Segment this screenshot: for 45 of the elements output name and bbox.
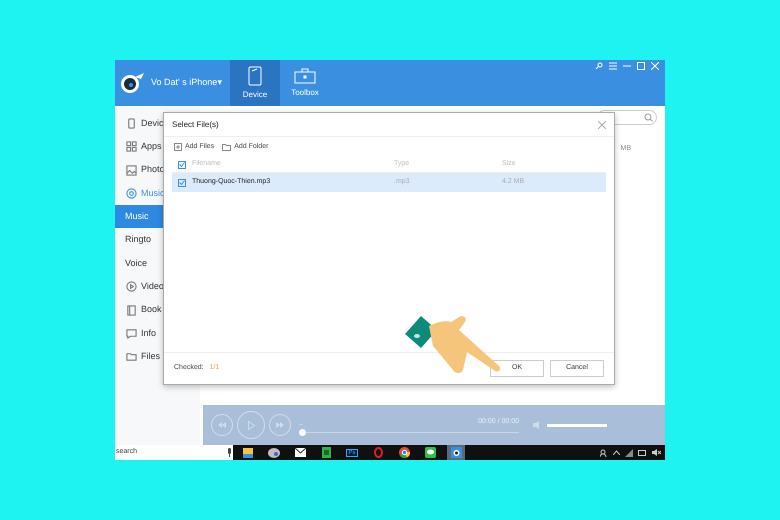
sidebar-item[interactable]: Book <box>115 298 200 322</box>
folder-icon <box>222 143 232 151</box>
tablet-icon <box>248 66 262 86</box>
maximize-icon[interactable] <box>637 62 645 70</box>
select-all-checkbox[interactable] <box>178 160 186 168</box>
ring-icon[interactable] <box>374 447 382 458</box>
row-checkbox[interactable] <box>178 178 186 186</box>
browser-icon[interactable] <box>398 447 410 458</box>
app-icon[interactable] <box>322 447 330 458</box>
menu-icon[interactable] <box>609 62 617 70</box>
search-icon <box>644 113 653 122</box>
rewind-icon <box>218 422 226 428</box>
sidebar-item[interactable]: Video <box>115 275 200 298</box>
eye-logo-icon <box>119 72 147 94</box>
volume-muted-icon[interactable] <box>652 449 661 456</box>
volume-fill[interactable] <box>547 424 607 426</box>
microphone-icon[interactable] <box>227 448 232 457</box>
phone-icon <box>126 118 137 130</box>
play-circle-icon <box>126 281 137 292</box>
check-icon <box>179 162 185 167</box>
battery-icon[interactable] <box>638 450 647 456</box>
progress-thumb[interactable] <box>299 428 306 436</box>
music-icon <box>126 188 137 200</box>
envelope-icon[interactable] <box>294 448 306 457</box>
play-icon <box>248 420 254 430</box>
header-tab[interactable]: Device <box>230 60 280 106</box>
fast-forward-icon <box>276 422 284 428</box>
sidebar-item[interactable]: Info <box>115 322 200 345</box>
chat-icon <box>126 328 137 339</box>
network-icon[interactable] <box>625 448 633 456</box>
people-icon[interactable] <box>600 448 608 456</box>
plus-square-icon <box>174 143 182 151</box>
chat-app-icon[interactable] <box>424 447 436 458</box>
chevron-up-icon[interactable] <box>613 450 620 455</box>
folder-icon <box>126 351 137 362</box>
dialog-title: Select File(s) <box>172 118 219 130</box>
folder-icon[interactable] <box>243 448 253 458</box>
disk-icon[interactable] <box>268 448 280 458</box>
image-icon <box>126 164 137 176</box>
book-icon <box>126 304 137 316</box>
toolbox-icon <box>294 68 316 84</box>
close-icon[interactable] <box>598 120 606 128</box>
eye-app-icon[interactable] <box>450 447 462 458</box>
grid-icon <box>126 141 137 152</box>
check-icon <box>179 180 185 185</box>
